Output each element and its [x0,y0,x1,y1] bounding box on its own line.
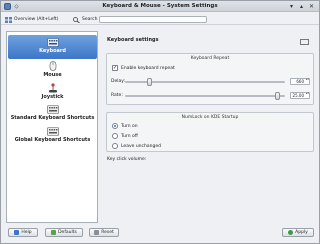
numlock-unchanged-label: Leave unchanged [121,144,161,149]
defaults-button[interactable]: Defaults [45,228,83,237]
grid-icon [5,16,12,23]
delay-label: Delay: [111,79,126,84]
numlock-turn-off-label: Turn off [121,134,138,139]
reset-icon [94,230,100,235]
delay-slider-handle[interactable] [147,78,152,86]
enable-repeat-checkbox[interactable]: ✓ [112,65,118,71]
page-title: Keyboard settings [107,37,159,43]
sidebar-item-joystick[interactable]: Joystick [8,83,97,103]
global-shortcuts-icon [46,127,59,136]
overview-button[interactable]: Overview (Alt+Left) [5,15,58,24]
key-click-volume-label: Key click volume: [107,157,147,162]
mouse-icon [49,61,56,71]
category-sidebar: Keyboard Mouse Joystick Standard Keyboar… [6,31,98,223]
sidebar-item-label: Global Keyboard Shortcuts [14,137,91,143]
delay-slider[interactable] [125,78,285,86]
defaults-icon [51,230,57,235]
window-title: Keyboard & Mouse - System Settings [102,3,218,9]
enable-repeat-label: Enable keyboard repeat [121,66,175,71]
keyboard-settings-panel: Keyboard settings Keyboard Repeat ✓ Enab… [104,31,315,223]
help-icon [14,230,20,235]
overview-label: Overview (Alt+Left) [14,17,59,22]
sidebar-item-global-shortcuts[interactable]: Global Keyboard Shortcuts [8,127,97,147]
button-bar: Help Defaults Reset Apply [1,225,319,243]
search-icon [73,16,80,23]
group-title: Keyboard Repeat [190,56,230,61]
close-button[interactable]: ✕ [307,2,316,11]
reset-button[interactable]: Reset [89,228,119,237]
keyboard-shortcuts-icon [46,105,59,114]
joystick-icon [48,83,57,93]
sidebar-item-keyboard[interactable]: Keyboard [8,35,97,59]
rate-slider[interactable] [125,92,285,100]
numlock-turn-on-radio[interactable] [112,123,118,129]
numlock-group: NumLock on KDE Startup Turn on Turn off … [106,112,314,152]
keyboard-repeat-group: Keyboard Repeat ✓ Enable keyboard repeat… [106,53,314,105]
sidebar-item-mouse[interactable]: Mouse [8,61,97,79]
settings-window: ⬦ Keyboard & Mouse - System Settings ▾ ▴… [0,0,320,244]
keyboard-icon [46,38,59,47]
search-label: Search [73,15,97,24]
sidebar-item-label: Joystick [41,94,64,100]
rate-slider-handle[interactable] [275,92,280,100]
sidebar-item-label: Standard Keyboard Shortcuts [10,115,95,121]
sidebar-item-label: Keyboard [39,48,66,54]
apply-button[interactable]: Apply [282,228,314,237]
help-button[interactable]: Help [8,228,38,237]
sidebar-item-standard-shortcuts[interactable]: Standard Keyboard Shortcuts [8,105,97,125]
group-title: NumLock on KDE Startup [181,115,239,120]
delay-spinbox[interactable]: 660 [290,78,310,85]
numlock-turn-off-radio[interactable] [112,133,118,139]
title-bar[interactable]: ⬦ Keyboard & Mouse - System Settings ▾ ▴… [1,1,319,12]
minimize-button[interactable]: ▾ [287,2,296,11]
keyboard-config-icon[interactable] [300,39,309,45]
numlock-turn-on-label: Turn on [121,124,138,129]
toolbar: Overview (Alt+Left) Search [1,13,319,25]
search-input[interactable] [99,16,207,23]
sidebar-item-label: Mouse [43,72,62,78]
numlock-unchanged-radio[interactable] [112,143,118,149]
maximize-button[interactable]: ▴ [297,2,306,11]
rate-spinbox[interactable]: 25.00 [290,92,310,99]
rate-label: Rate: [111,93,123,98]
apply-icon [288,230,294,235]
